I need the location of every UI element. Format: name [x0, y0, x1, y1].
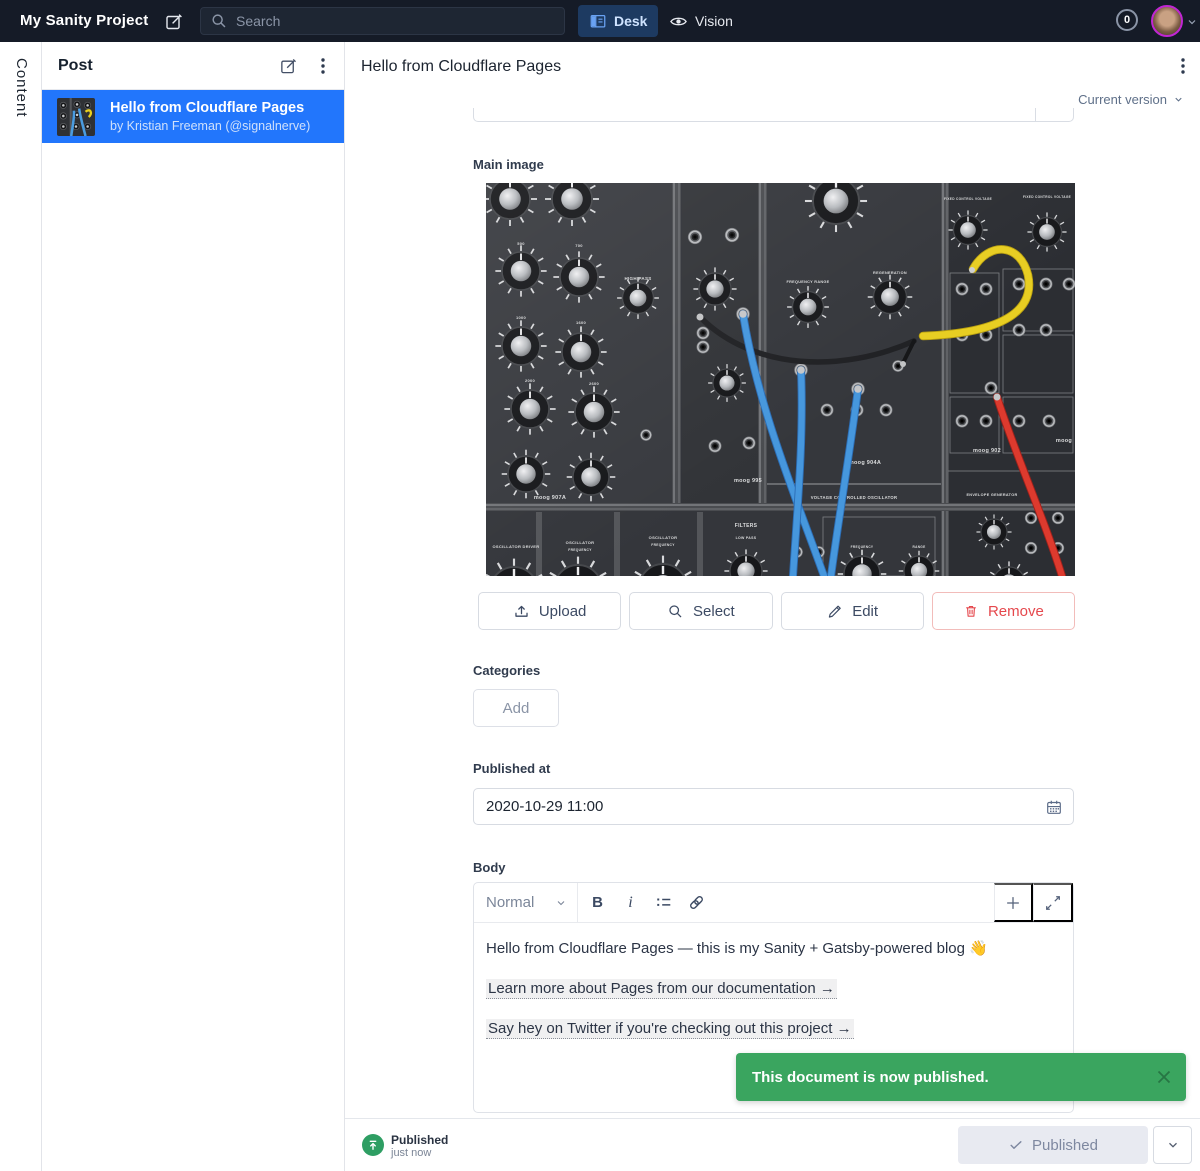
chevron-down-icon — [555, 897, 567, 909]
notification-badge[interactable]: 0 — [1116, 9, 1138, 31]
desk-icon — [589, 12, 607, 30]
toast-close-icon[interactable] — [1156, 1069, 1172, 1085]
avatar[interactable] — [1151, 5, 1183, 37]
project-title: My Sanity Project — [20, 12, 148, 29]
remove-button[interactable]: Remove — [932, 592, 1075, 630]
content-rail-label[interactable]: Content — [13, 58, 30, 118]
main-image-label: Main image — [473, 157, 544, 172]
search-icon — [210, 12, 228, 30]
slug-field-partial[interactable] — [473, 108, 1074, 122]
avatar-chevron-down-icon[interactable] — [1186, 15, 1198, 33]
publish-status-icon — [362, 1134, 384, 1156]
document-footer: Published just now Published — [345, 1118, 1200, 1171]
publish-status-text: Published — [391, 1133, 448, 1147]
trash-icon — [963, 603, 979, 619]
sanity-studio: My Sanity Project Desk Vision 0 Content … — [0, 0, 1200, 1171]
insert-plus-button[interactable] — [994, 883, 1033, 922]
select-search-icon — [667, 603, 684, 620]
paragraph-style-select[interactable]: Normal — [474, 883, 578, 922]
post-thumbnail — [57, 98, 95, 136]
list-pane-header: Post — [42, 42, 344, 90]
expand-editor-button[interactable] — [1033, 883, 1073, 922]
document-pane: Hello from Cloudflare Pages Current vers… — [345, 42, 1200, 1171]
editor-toolbar: Normal B i — [474, 883, 1073, 923]
tab-desk[interactable]: Desk — [578, 5, 658, 37]
body-link-twitter[interactable]: Say hey on Twitter if you're checking ou… — [486, 1019, 854, 1039]
pencil-icon — [826, 603, 843, 620]
main-image-photo: HIGH PASS FREQUENCY RANGE REGENERATION F… — [486, 183, 1075, 576]
chevron-down-icon — [1173, 94, 1184, 105]
eye-icon — [669, 12, 688, 31]
version-selector[interactable]: Current version — [1078, 92, 1184, 107]
publish-toast: This document is now published. — [736, 1053, 1186, 1101]
published-at-input[interactable] — [474, 789, 1014, 824]
link-icon[interactable] — [680, 883, 713, 923]
document-menu-kebab-icon[interactable] — [1180, 56, 1186, 76]
topbar: My Sanity Project Desk Vision 0 — [0, 0, 1200, 42]
select-button[interactable]: Select — [629, 592, 772, 630]
post-item-title: Hello from Cloudflare Pages — [110, 100, 310, 116]
body-paragraph: Hello from Cloudflare Pages — this is my… — [486, 940, 1061, 959]
document-title: Hello from Cloudflare Pages — [361, 58, 561, 76]
publish-menu-chevron-button[interactable] — [1153, 1126, 1192, 1164]
tab-vision-label: Vision — [695, 13, 733, 29]
list-pane-title: Post — [58, 57, 93, 75]
upload-icon — [513, 603, 530, 620]
body-label: Body — [473, 860, 506, 875]
publish-time: just now — [391, 1147, 431, 1159]
published-button[interactable]: Published — [958, 1126, 1148, 1164]
version-label: Current version — [1078, 92, 1167, 107]
search-box[interactable] — [200, 7, 565, 35]
list-menu-kebab-icon[interactable] — [320, 56, 326, 76]
search-input[interactable] — [236, 13, 536, 29]
content-rail: Content — [0, 42, 42, 1171]
image-button-row: Upload Select Edit Remove — [478, 592, 1075, 630]
calendar-icon[interactable] — [1045, 798, 1063, 821]
check-icon — [1008, 1137, 1024, 1153]
tab-desk-label: Desk — [614, 13, 647, 29]
published-at-label: Published at — [473, 761, 550, 776]
compose-icon[interactable] — [279, 56, 298, 75]
bold-button[interactable]: B — [581, 883, 614, 923]
document-list-pane: Post Hello from Cloudflare Pages by Kris… — [42, 42, 345, 1171]
bullet-list-icon[interactable] — [647, 883, 680, 923]
slug-generate-divider — [1035, 108, 1036, 121]
body-link-documentation[interactable]: Learn more about Pages from our document… — [486, 979, 837, 999]
italic-button[interactable]: i — [614, 883, 647, 923]
categories-label: Categories — [473, 663, 540, 678]
new-document-icon[interactable] — [164, 11, 184, 31]
list-item-post[interactable]: Hello from Cloudflare Pages by Kristian … — [42, 90, 344, 143]
upload-button[interactable]: Upload — [478, 592, 621, 630]
toast-message: This document is now published. — [752, 1069, 989, 1086]
add-category-button[interactable]: Add — [473, 689, 559, 727]
post-item-subtitle: by Kristian Freeman (@signalnerve) — [110, 119, 310, 133]
tab-vision[interactable]: Vision — [658, 5, 744, 37]
published-at-field — [473, 788, 1074, 825]
post-item-text: Hello from Cloudflare Pages by Kristian … — [110, 100, 310, 133]
edit-button[interactable]: Edit — [781, 592, 924, 630]
